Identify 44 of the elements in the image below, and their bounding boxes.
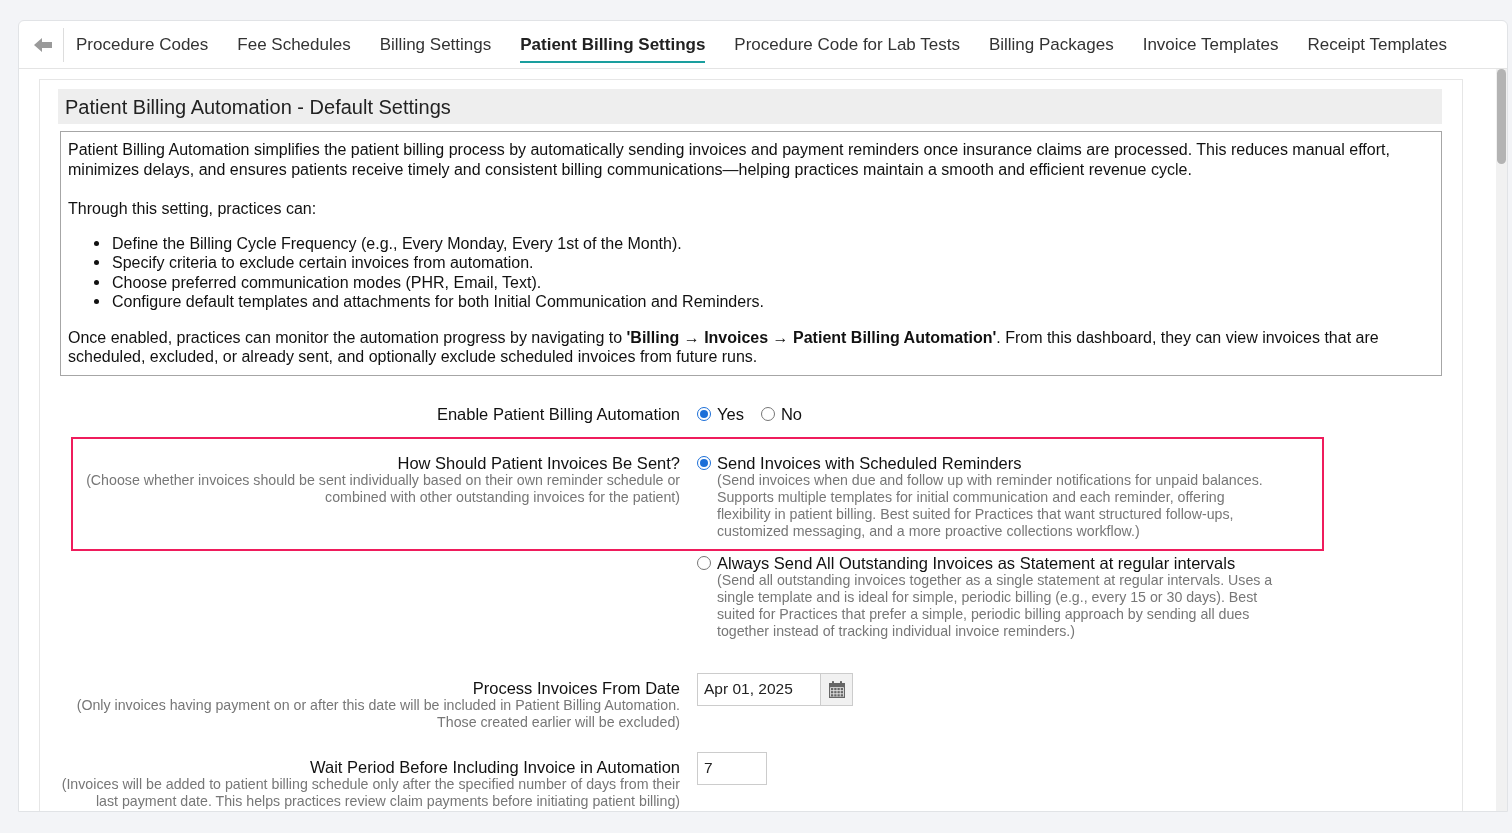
radio-button[interactable] <box>697 555 711 570</box>
section-header: Patient Billing Automation - Default Settings <box>58 89 1442 124</box>
field-hint: (Choose whether invoices should be sent individually based on their own reminder schedule or combined with other outstanding invoices for the patient) <box>85 471 680 506</box>
field-label: How Should Patient Invoices Be Sent? <box>397 453 680 472</box>
option-label: No <box>780 403 802 424</box>
list-item-text: Choose preferred communication modes (PHR, Email, Text). <box>112 272 542 292</box>
list-item-text: Specify criteria to exclude certain invoices from automation. <box>112 253 534 273</box>
bullet-icon <box>94 299 99 305</box>
option-description: (Send invoices when due and follow up with reminder notifications for unpaid balances. Supports multiple templates for initial communication and each reminder, offering flexibility in patient billing. Best suited for Practices that want structured follow-ups, customized messaging, and a more proactive collections workflow.) <box>717 471 1264 540</box>
field-label: Enable Patient Billing Automation <box>436 404 680 423</box>
field-label: Process Invoices From Date <box>472 678 680 697</box>
date-field[interactable]: Apr 01, 2025 <box>697 672 821 706</box>
radio-button[interactable] <box>697 406 711 421</box>
field-label: Wait Period Before Including Invoice in Automation <box>310 757 680 776</box>
bullet-icon <box>94 260 99 266</box>
description-paragraph: Patient Billing Automation simplifies the patient billing process by automatically sending invoices and payment reminders once insurance claims are processed. This reduces manual effort, minimizes delays, and ensures patients receive timely and consistent billing communications—helping practices maintain a smooth and efficient revenue cycle. <box>68 140 1391 179</box>
calendar-button[interactable] <box>821 672 853 706</box>
radio-button[interactable] <box>760 406 775 421</box>
scrollbar-thumb[interactable] <box>1497 69 1506 164</box>
tab[interactable]: Procedure Code for Lab Tests <box>734 26 960 63</box>
tab[interactable]: Receipt Templates <box>1307 26 1447 63</box>
list-item-text: Define the Billing Cycle Frequency (e.g., Every Monday, Every 1st of the Month). <box>112 233 682 253</box>
list-item-text: Configure default templates and attachments for both Initial Communication and Reminders. <box>112 292 764 312</box>
tab[interactable]: Fee Schedules <box>237 26 351 63</box>
field-hint: (Only invoices having payment on or after this date will be included in Patient Billing Automation. Those created earlier will be excluded) <box>75 696 680 731</box>
radio-button[interactable] <box>697 455 711 470</box>
option-label: Send Invoices with Scheduled Reminders <box>717 453 1023 472</box>
tab[interactable]: Procedure Codes <box>76 26 209 63</box>
calendar-icon <box>828 680 845 698</box>
back-button[interactable] <box>34 37 52 52</box>
bullet-icon <box>94 279 99 285</box>
option-label: Yes <box>717 403 744 424</box>
description-paragraph: Once enabled, practices can monitor the automation progress by navigating to 'Billing → Invoices → Patient Billing Automation'. From this dashboard, they can view invoices that are scheduled, excluded, or already sent, and optionally exclude scheduled invoices from future runs. <box>68 327 1380 367</box>
tab[interactable]: Patient Billing Settings <box>520 26 706 63</box>
bullet-icon <box>94 240 99 246</box>
option-label: Always Send All Outstanding Invoices as Statement at regular intervals <box>717 553 1237 572</box>
tab[interactable]: Invoice Templates <box>1142 26 1279 63</box>
back-arrow-icon <box>34 37 52 52</box>
option-description: (Send all outstanding invoices together as a single statement at regular intervals. Uses a single template and is ideal for simple, periodic billing (e.g., every 15 or 30 days). Best suited for Practices that prefer a simple, periodic billing approach by sending all dues together instead of tracking individual invoice reminders.) <box>717 571 1274 640</box>
description-paragraph: Through this setting, practices can: <box>68 199 318 219</box>
number-field[interactable]: 7 <box>697 751 767 785</box>
tab[interactable]: Billing Packages <box>988 26 1114 63</box>
field-hint: (Invoices will be added to patient billing schedule only after the specified number of days from their last payment date. This helps practices review claim payments before initiating patient billing) <box>60 775 680 810</box>
tab[interactable]: Billing Settings <box>379 26 492 63</box>
